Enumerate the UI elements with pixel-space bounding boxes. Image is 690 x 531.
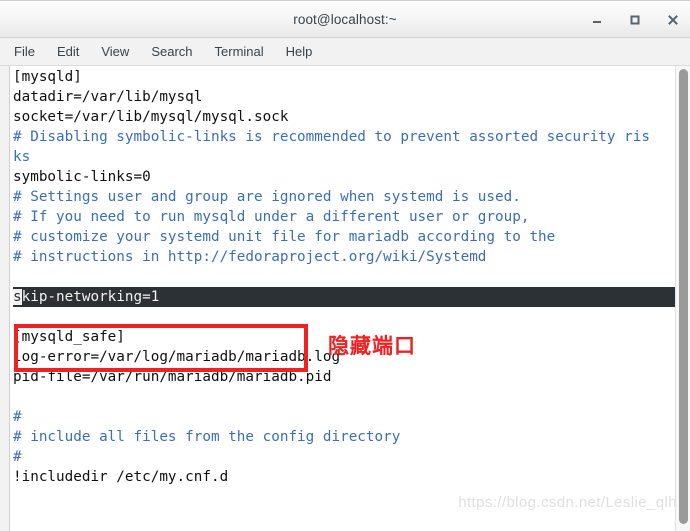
menu-item-help[interactable]: Help	[286, 42, 324, 61]
menu-item-terminal[interactable]: Terminal	[215, 42, 275, 61]
terminal-screen[interactable]: [mysqld] datadir=/var/lib/mysql socket=/va…	[10, 66, 675, 531]
window-title: root@localhost:~	[293, 11, 397, 27]
terminal-area[interactable]: [mysqld] datadir=/var/lib/mysql socket=/va…	[0, 66, 690, 531]
window-controls	[588, 1, 682, 39]
terminal-line: datadir=/var/lib/mysql	[13, 89, 203, 105]
menu-bar: File Edit View Search Terminal Help	[0, 38, 690, 66]
minimize-button[interactable]	[588, 11, 606, 29]
menu-item-search[interactable]: Search	[151, 42, 203, 61]
terminal-line: # If you need to run mysqld under a diff…	[13, 209, 530, 225]
scrollbar-thumb[interactable]	[679, 69, 688, 524]
terminal-line: # customize your systemd unit file for m…	[13, 229, 556, 245]
terminal-line: ~	[13, 527, 675, 531]
annotation-chinese-label: 隐藏端口	[328, 334, 416, 358]
terminal-text-content: [mysqld] datadir=/var/lib/mysql socket=/va…	[13, 67, 675, 531]
close-button[interactable]	[664, 11, 682, 29]
terminal-line: # Settings user and group are ignored wh…	[13, 189, 521, 205]
menu-item-edit[interactable]: Edit	[57, 42, 90, 61]
terminal-window: root@localhost:~ File Edit View Search T…	[0, 0, 690, 531]
terminal-line: [mysqld]	[13, 69, 82, 85]
maximize-button[interactable]	[626, 11, 644, 29]
vertical-scrollbar[interactable]	[675, 66, 690, 531]
terminal-line: skip-networking=1	[13, 287, 675, 307]
title-bar: root@localhost:~	[0, 0, 690, 38]
terminal-line: #	[13, 449, 22, 465]
menu-item-file[interactable]: File	[14, 42, 46, 61]
terminal-line: # include all files from the config dire…	[13, 429, 401, 445]
text-cursor: s	[13, 289, 22, 305]
terminal-line: symbolic-links=0	[13, 169, 151, 185]
terminal-line: # Disabling symbolic-links is recommende…	[13, 129, 650, 145]
terminal-line: #	[13, 409, 22, 425]
terminal-line: socket=/var/lib/mysql/mysql.sock	[13, 109, 289, 125]
terminal-line: ks	[13, 149, 31, 165]
terminal-line: # instructions in http://fedoraproject.o…	[13, 249, 487, 265]
terminal-line: !includedir /etc/my.cnf.d	[13, 469, 229, 485]
terminal-left-frame	[0, 66, 10, 531]
terminal-line: pid-file=/var/run/mariadb/mariadb.pid	[13, 369, 332, 385]
menu-item-view[interactable]: View	[101, 42, 140, 61]
